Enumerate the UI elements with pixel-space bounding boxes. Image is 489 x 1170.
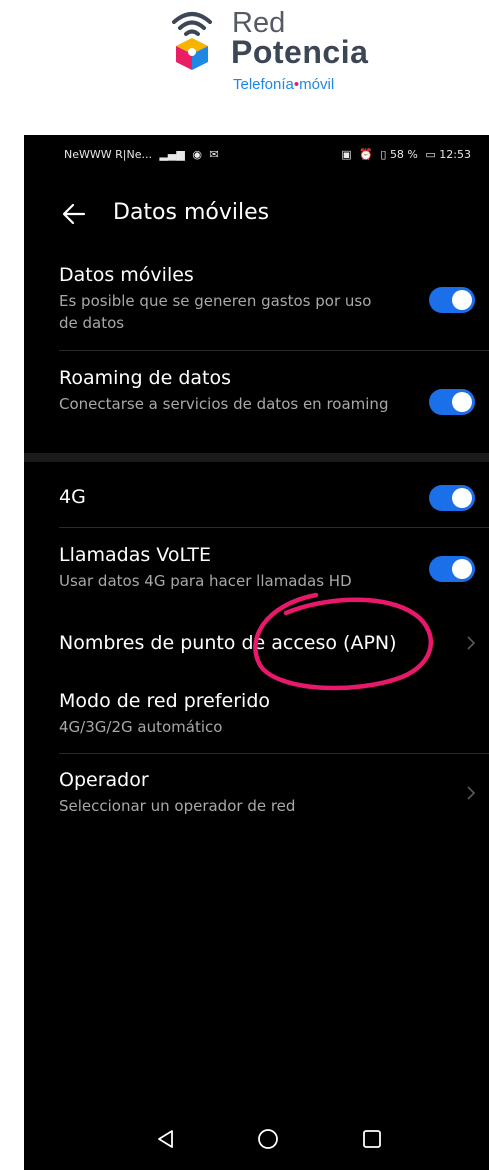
setting-subtitle: Seleccionar un operador de red xyxy=(59,797,296,815)
setting-title: 4G xyxy=(59,486,86,508)
red-potencia-logo-icon xyxy=(172,12,212,70)
setting-network-mode[interactable]: Modo de red preferido 4G/3G/2G automátic… xyxy=(59,689,479,738)
setting-subtitle: Usar datos 4G para hacer llamadas HD xyxy=(59,572,352,590)
clock: 12:53 xyxy=(439,148,471,161)
section-separator xyxy=(24,453,489,462)
chevron-right-icon xyxy=(467,786,476,800)
4g-toggle[interactable] xyxy=(429,485,475,511)
divider xyxy=(59,350,489,351)
alarm-icon: ⏰ xyxy=(359,148,373,161)
nfc-icon: ▣ xyxy=(341,148,352,161)
setting-title: Modo de red preferido xyxy=(59,690,271,712)
setting-subtitle: Es posible que se generen gastos por uso… xyxy=(59,292,372,332)
mail-icon: ✉ xyxy=(209,148,219,161)
setting-title: Operador xyxy=(59,769,149,791)
setting-roaming[interactable]: Roaming de datos Conectarse a servicios … xyxy=(59,366,479,415)
setting-title: Roaming de datos xyxy=(59,367,232,389)
brand-tagline: Telefonía•móvil xyxy=(233,76,334,93)
nav-recents-icon[interactable] xyxy=(360,1127,384,1151)
setting-mobile-data[interactable]: Datos móviles Es posible que se generen … xyxy=(59,263,479,334)
back-arrow-icon[interactable] xyxy=(60,200,88,228)
setting-title: Nombres de punto de acceso (APN) xyxy=(59,632,397,654)
battery-percent: 58 % xyxy=(389,148,418,161)
setting-operator[interactable]: Operador Seleccionar un operador de red xyxy=(59,768,479,817)
status-right: ▣ ⏰ ▯ 58 % ▭ 12:53 xyxy=(337,148,471,161)
nav-back-icon[interactable] xyxy=(154,1127,178,1151)
page-title: Datos móviles xyxy=(113,200,270,225)
vibrate-icon: ▯ xyxy=(380,148,387,161)
toggle-knob xyxy=(452,290,472,310)
divider xyxy=(59,527,489,528)
toggle-knob xyxy=(452,392,472,412)
app-bar: Datos móviles xyxy=(24,190,489,240)
setting-subtitle: Conectarse a servicios de datos en roami… xyxy=(59,395,389,413)
phone-screen: NeWWW R|Ne... ▂▄▆ ◉ ✉ ▣ ⏰ ▯ 58 % ▭ 12:53… xyxy=(24,135,489,1170)
setting-apn[interactable]: Nombres de punto de acceso (APN) xyxy=(59,631,479,655)
system-nav-bar xyxy=(24,1115,489,1165)
status-bar: NeWWW R|Ne... ▂▄▆ ◉ ✉ ▣ ⏰ ▯ 58 % ▭ 12:53 xyxy=(24,135,489,175)
carrier-label: NeWWW R|Ne... xyxy=(64,148,152,161)
setting-title: Datos móviles xyxy=(59,264,194,286)
battery-icon: ▭ xyxy=(425,148,436,161)
divider xyxy=(59,753,489,754)
setting-volte[interactable]: Llamadas VoLTE Usar datos 4G para hacer … xyxy=(59,543,479,592)
brand-header: Red Potencia Telefonía•móvil xyxy=(0,0,489,130)
mobile-data-toggle[interactable] xyxy=(429,287,475,313)
wifi-icon: ◉ xyxy=(192,148,202,161)
roaming-toggle[interactable] xyxy=(429,389,475,415)
setting-4g[interactable]: 4G xyxy=(59,485,479,509)
brand-tag-left: Telefonía xyxy=(233,76,294,93)
setting-title: Llamadas VoLTE xyxy=(59,544,212,566)
brand-name-line2: Potencia xyxy=(231,34,369,70)
toggle-knob xyxy=(452,488,472,508)
status-left: NeWWW R|Ne... ▂▄▆ ◉ ✉ xyxy=(64,148,219,161)
nav-home-icon[interactable] xyxy=(256,1127,280,1151)
signal-icon: ▂▄▆ xyxy=(159,148,185,161)
volte-toggle[interactable] xyxy=(429,556,475,582)
chevron-right-icon xyxy=(467,636,476,650)
brand-tag-right: móvil xyxy=(299,76,335,93)
setting-subtitle: 4G/3G/2G automático xyxy=(59,718,223,736)
toggle-knob xyxy=(452,559,472,579)
